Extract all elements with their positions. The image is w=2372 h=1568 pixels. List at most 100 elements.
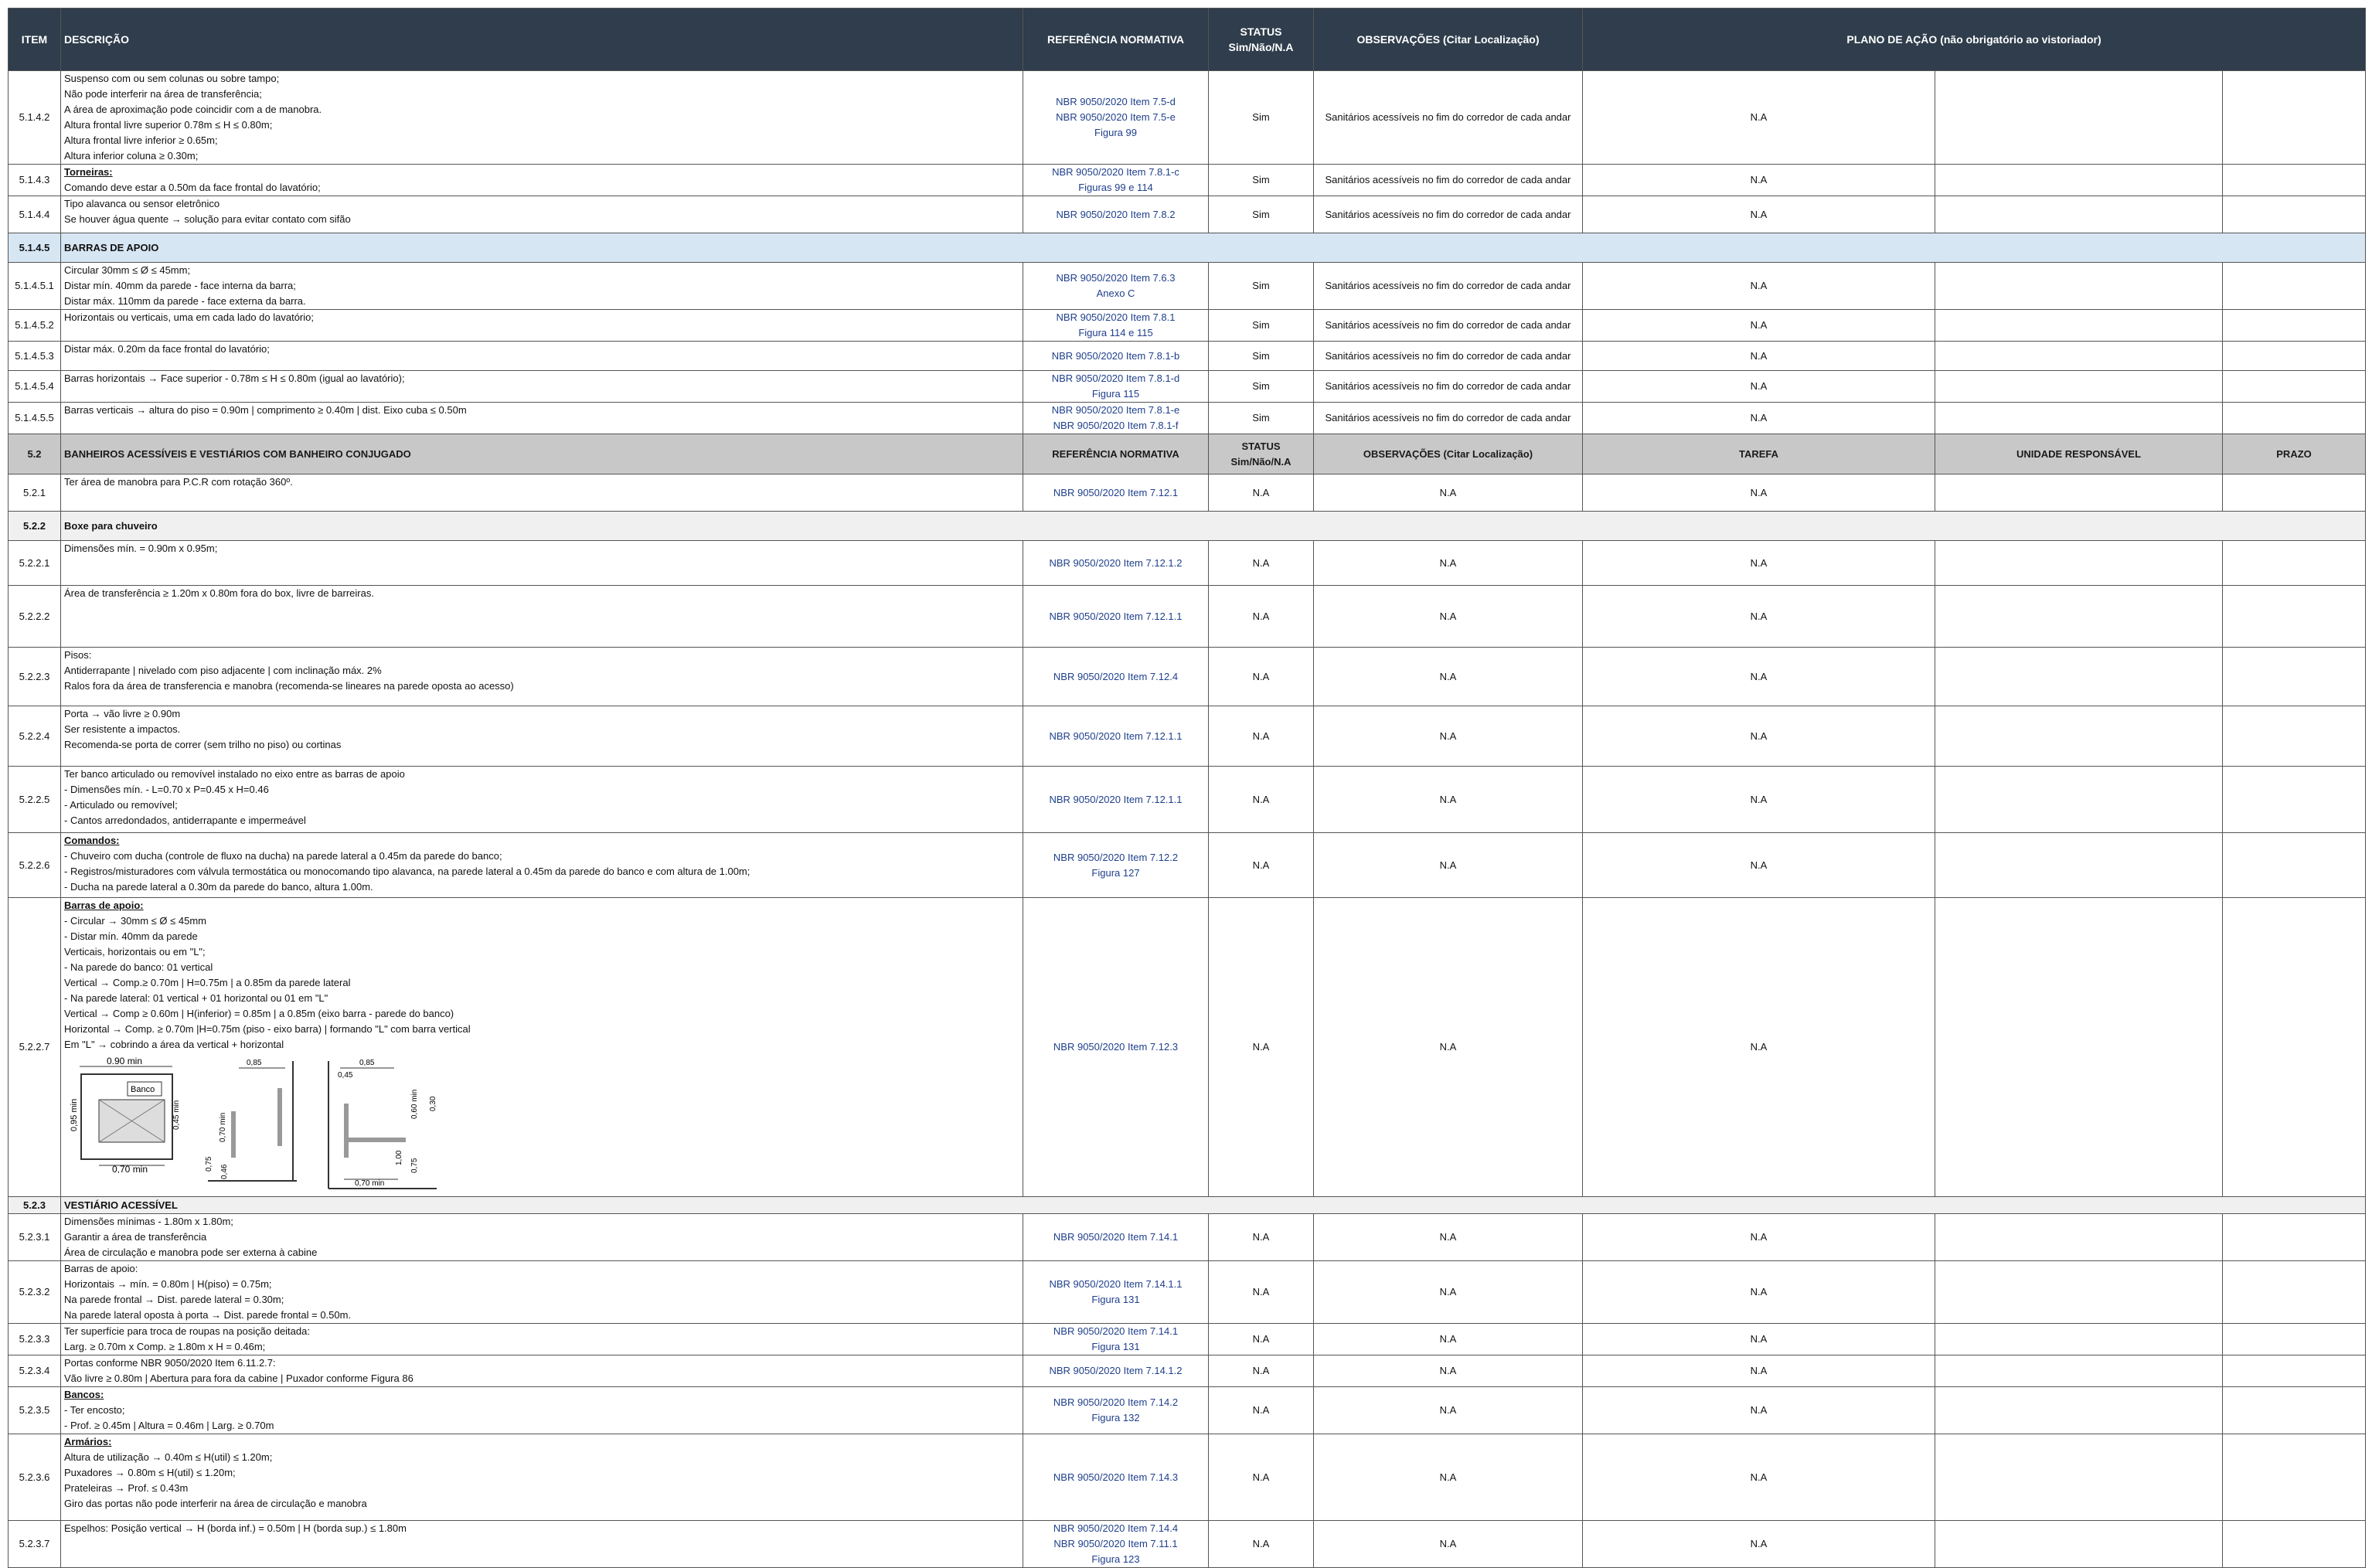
row-status: N.A (1208, 540, 1314, 586)
row-ref: NBR 9050/2020 Item 7.6.3 Anexo C (1023, 262, 1209, 310)
section-item: 5.1.4.5 (8, 233, 61, 263)
row-item: 5.2.2.5 (8, 766, 61, 833)
row-prazo[interactable] (2221, 474, 2367, 512)
row-unidade[interactable] (1935, 402, 2223, 434)
row-tarefa: N.A (1582, 1323, 1935, 1355)
row-prazo[interactable] (2221, 897, 2367, 1197)
row-unidade[interactable] (1935, 70, 2223, 165)
row-tarefa: N.A (1582, 540, 1935, 586)
row-item: 5.2.1 (8, 474, 61, 512)
row-prazo[interactable] (2221, 1213, 2367, 1261)
row-unidade[interactable] (1935, 1434, 2223, 1521)
row-prazo[interactable] (2221, 196, 2367, 233)
row-unidade[interactable] (1935, 164, 2223, 196)
row-prazo[interactable] (2221, 70, 2367, 165)
row-desc: Suspenso com ou sem colunas ou sobre tam… (64, 73, 322, 162)
row-ref: NBR 9050/2020 Item 7.14.4 NBR 9050/2020 … (1023, 1520, 1209, 1568)
row-desc-cell: Circular 30mm ≤ Ø ≤ 45mm; Distar mín. 40… (60, 262, 1023, 310)
row-status: N.A (1208, 832, 1314, 898)
row-prazo[interactable] (2221, 1520, 2367, 1568)
row-unidade[interactable] (1935, 540, 2223, 586)
row-desc-cell: Barras verticais → altura do piso = 0.90… (60, 402, 1023, 434)
table-row: 5.2.2.3 Pisos: Antiderrapante | nivelado … (8, 647, 2367, 706)
row-unidade[interactable] (1935, 1260, 2223, 1324)
row-prazo[interactable] (2221, 370, 2367, 403)
row-status: N.A (1208, 585, 1314, 648)
row-unidade[interactable] (1935, 766, 2223, 833)
row-unidade[interactable] (1935, 832, 2223, 898)
row-unidade[interactable] (1935, 585, 2223, 648)
row-unidade[interactable] (1935, 370, 2223, 403)
row-prazo[interactable] (2221, 1323, 2367, 1355)
row-item: 5.1.4.4 (8, 196, 61, 233)
header-item: ITEM (8, 8, 61, 71)
row-unidade[interactable] (1935, 1520, 2223, 1568)
row-item: 5.2.3.7 (8, 1520, 61, 1568)
row-desc-cell: Área de transferência ≥ 1.20m x 0.80m fo… (60, 585, 1023, 648)
row-item: 5.2.3.5 (8, 1386, 61, 1434)
fig-label: 0,45 (338, 1071, 353, 1080)
fig-label: 0,30 (429, 1096, 437, 1111)
table-row: 5.1.4.2 Suspenso com ou sem colunas ou so… (8, 70, 2367, 165)
row-desc: Tipo alavanca ou sensor eletrônico Se ho… (64, 198, 351, 225)
row-prazo[interactable] (2221, 1260, 2367, 1324)
row-obs: Sanitários acessíveis no fim do corredor… (1313, 370, 1583, 403)
row-prazo[interactable] (2221, 164, 2367, 196)
row-desc-cell: Barras de apoio: - Circular → 30mm ≤ Ø ≤… (60, 897, 1023, 1197)
row-desc: - Circular → 30mm ≤ Ø ≤ 45mm - Distar mí… (64, 915, 471, 1050)
header-status: STATUS Sim/Não/N.A (1208, 8, 1314, 71)
row-prazo[interactable] (2221, 647, 2367, 706)
row-unidade[interactable] (1935, 647, 2223, 706)
fig-label: 0,75 (410, 1158, 419, 1173)
row-ref: NBR 9050/2020 Item 7.14.1 Figura 131 (1023, 1323, 1209, 1355)
row-ref: NBR 9050/2020 Item 7.8.1-d Figura 115 (1023, 370, 1209, 403)
row-item: 5.2.3.6 (8, 1434, 61, 1521)
row-prazo[interactable] (2221, 341, 2367, 371)
table-row: 5.2.3.2 Barras de apoio: Horizontais → mí… (8, 1260, 2367, 1324)
fig-label: Banco (131, 1085, 155, 1094)
row-prazo[interactable] (2221, 1355, 2367, 1387)
row-prazo[interactable] (2221, 1386, 2367, 1434)
row-prazo[interactable] (2221, 262, 2367, 310)
row-prazo[interactable] (2221, 1434, 2367, 1521)
table-row: 5.2.2.2 Área de transferência ≥ 1.20m x 0… (8, 585, 2367, 648)
row-desc-cell: Dimensões mín. = 0.90m x 0.95m; (60, 540, 1023, 586)
row-unidade[interactable] (1935, 1355, 2223, 1387)
row-unidade[interactable] (1935, 706, 2223, 767)
section-item: 5.2.3 (8, 1196, 61, 1214)
row-prazo[interactable] (2221, 832, 2367, 898)
row-desc: - Chuveiro com ducha (controle de fluxo … (64, 850, 750, 893)
row-prazo[interactable] (2221, 309, 2367, 342)
row-unidade[interactable] (1935, 309, 2223, 342)
row-desc: Barras horizontais → Face superior - 0.7… (64, 372, 405, 384)
row-unidade[interactable] (1935, 474, 2223, 512)
row-desc-cell: Distar máx. 0.20m da face frontal do lav… (60, 341, 1023, 371)
row-unidade[interactable] (1935, 341, 2223, 371)
section-title: BANHEIROS ACESSÍVEIS E VESTIÁRIOS COM BA… (60, 434, 1023, 474)
table-row: 5.2.1 Ter área de manobra para P.C.R com… (8, 474, 2367, 512)
row-item: 5.1.4.3 (8, 164, 61, 196)
row-prazo[interactable] (2221, 585, 2367, 648)
row-unidade[interactable] (1935, 1213, 2223, 1261)
row-unidade[interactable] (1935, 1323, 2223, 1355)
row-prazo[interactable] (2221, 766, 2367, 833)
row-obs: N.A (1313, 897, 1583, 1197)
row-prazo[interactable] (2221, 402, 2367, 434)
row-desc: Comando deve estar a 0.50m da face front… (64, 182, 321, 193)
header-referencia: REFERÊNCIA NORMATIVA (1023, 434, 1209, 474)
row-unidade[interactable] (1935, 262, 2223, 310)
row-unidade[interactable] (1935, 1386, 2223, 1434)
row-desc: Portas conforme NBR 9050/2020 Item 6.11.… (64, 1357, 413, 1384)
row-unidade[interactable] (1935, 897, 2223, 1197)
row-tarefa: N.A (1582, 766, 1935, 833)
row-status: N.A (1208, 1520, 1314, 1568)
figure-elevation-2: 0,85 0,45 0,60 min 0,30 1,00 0,75 0,70 m… (328, 1059, 437, 1189)
row-prazo[interactable] (2221, 540, 2367, 586)
row-unidade[interactable] (1935, 196, 2223, 233)
row-desc-title: Barras de apoio: (64, 900, 144, 911)
row-tarefa: N.A (1582, 70, 1935, 165)
section-item: 5.2 (8, 434, 61, 474)
row-item: 5.2.2.1 (8, 540, 61, 586)
row-tarefa: N.A (1582, 474, 1935, 512)
row-prazo[interactable] (2221, 706, 2367, 767)
